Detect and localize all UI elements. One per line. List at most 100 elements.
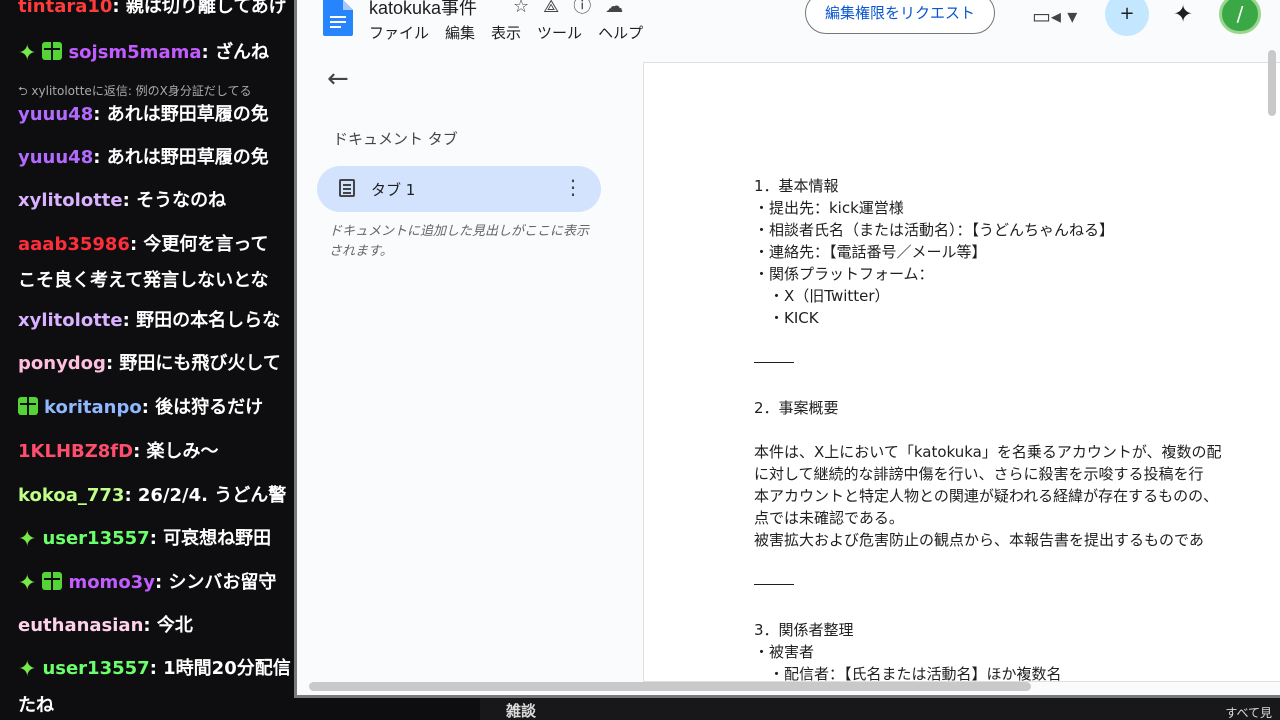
doc-line: ・連絡先：【電話番号／メール等】 — [754, 243, 987, 261]
chat-panel: tintara10: 親は切り離してあげ ✦ sojsm5mama: ざんね ⮌ … — [0, 0, 300, 720]
chat-username[interactable]: xylitolotte — [18, 190, 123, 211]
gift-badge-icon — [18, 397, 38, 415]
chat-username[interactable]: sojsm5mama — [68, 42, 201, 63]
gift-badge-icon — [42, 572, 63, 590]
vertical-scrollbar[interactable] — [1268, 50, 1276, 116]
star-icon[interactable]: ☆ — [513, 0, 529, 17]
chat-username[interactable]: user13557 — [42, 658, 149, 679]
chat-text: : ざんね — [201, 42, 269, 63]
tabs-heading: ドキュメント タブ — [333, 130, 458, 148]
chat-message: ponydog: 野田にも飛び火して — [18, 353, 281, 375]
chat-text: : あれは野田草履の免 — [93, 147, 269, 168]
doc-line: 被害拡大および危害防止の観点から、本報告書を提出するものであ — [754, 531, 1204, 549]
doc-divider — [754, 584, 794, 585]
sparkle-badge-icon: ✦ — [18, 571, 37, 596]
doc-line: ・配信者：【氏名または活動名】ほか複数名 — [754, 665, 1062, 682]
chat-message: euthanasian: 今北 — [18, 615, 193, 637]
menu-file[interactable]: ファイル — [369, 24, 429, 42]
move-to-drive-icon[interactable]: ⟁ — [543, 0, 559, 17]
sparkle-badge-icon: ✦ — [18, 657, 37, 682]
menu-bar: ファイル 編集 表示 ツール ヘルプ — [369, 22, 659, 43]
chat-username[interactable]: momo3y — [68, 572, 155, 593]
document-tabs-sidebar: ← ドキュメント タブ タブ 1 ⋮ ドキュメントに追加した見出しがここに表示さ… — [297, 60, 627, 680]
horizontal-scrollbar[interactable] — [309, 682, 1031, 691]
docs-topbar: katokuka事件 ☆ ⟁ ⓘ ☁ ファイル 編集 表示 ツール ヘルプ 編集権限をリクエス… — [297, 0, 1280, 60]
chat-username[interactable]: yuuu48 — [18, 104, 93, 125]
stream-info-bar: 雑談 すべて見 — [480, 698, 1280, 720]
chat-message: aaab35986: 今更何を言って — [18, 234, 269, 256]
chat-username[interactable]: ponydog — [18, 353, 106, 374]
chat-username[interactable]: kokoa_773 — [18, 485, 124, 506]
chat-message: xylitolotte: そうなのね — [18, 190, 226, 212]
chat-username[interactable]: yuuu48 — [18, 147, 93, 168]
chat-text: : そうなのね — [122, 190, 227, 211]
gift-badge-icon — [42, 42, 63, 60]
doc-line: ・KICK — [754, 309, 819, 327]
tab-1[interactable]: タブ 1 ⋮ — [317, 166, 601, 212]
document-page[interactable]: 1．基本情報 ・提出先：kick運営様 ・相談者氏名（または活動名）：【うどんち… — [643, 62, 1280, 682]
doc-line: に対して継続的な誹謗中傷を行い、さらに殺害を示唆する投稿を行 — [754, 465, 1204, 483]
doc-line: 本アカウントと特定人物との関連が疑われる経緯が存在するものの、 — [754, 487, 1219, 505]
chat-message: ✦ user13557: 可哀想ね野田 — [18, 528, 271, 551]
doc-line: ・相談者氏名（または活動名）：【うどんちゃんねる】 — [754, 221, 1115, 239]
chat-text: : あれは野田草履の免 — [93, 104, 269, 125]
chat-text: : 野田にも飛び火して — [105, 353, 281, 374]
cloud-saved-icon[interactable]: ☁ — [605, 0, 623, 17]
chat-text: : シンバお留守 — [154, 572, 277, 593]
doc-line: ・提出先：kick運営様 — [754, 199, 904, 217]
chat-username[interactable]: koritanpo — [44, 397, 142, 418]
document-title[interactable]: katokuka事件 — [369, 0, 477, 20]
chat-text: : 野田の本名しらな — [122, 310, 281, 331]
doc-line: ・被害者 — [754, 643, 815, 661]
menu-help[interactable]: ヘルプ — [598, 24, 643, 42]
add-person-icon[interactable]: + — [1105, 0, 1149, 36]
category-label[interactable]: 雑談 — [506, 700, 536, 720]
meet-video-icon[interactable]: ▭◂ ▾ — [1032, 4, 1077, 28]
see-all-link[interactable]: すべて見 — [1225, 704, 1272, 720]
headings-placeholder: ドキュメントに追加した見出しがここに表示されます。 — [329, 224, 590, 259]
doc-line: 点では未確認である。 — [754, 509, 904, 527]
chat-username[interactable]: tintara10 — [18, 0, 112, 17]
chat-text: : 1時間20分配信 — [149, 658, 291, 679]
chat-username[interactable]: user13557 — [42, 528, 149, 549]
chat-message: kokoa_773: 26/2/4. うどん警 — [18, 485, 286, 507]
doc-line: ・関係プラットフォーム： — [754, 265, 934, 283]
avatar[interactable]: / — [1219, 0, 1261, 34]
back-arrow-icon[interactable]: ← — [327, 64, 349, 94]
title-icons: ☆ ⟁ ⓘ ☁ — [513, 0, 637, 18]
chat-text: : 今北 — [143, 615, 193, 636]
chat-text: : 可哀想ね野田 — [149, 528, 272, 549]
chat-message: tintara10: 親は切り離してあげ — [18, 0, 287, 18]
chat-message: koritanpo: 後は狩るだけ — [18, 397, 263, 419]
chat-message: 1KLHBZ8fD: 楽しみ〜 — [18, 441, 219, 463]
chat-message: yuuu48: あれは野田草履の免 — [18, 147, 269, 169]
chat-message: ✦ momo3y: シンバお留守 — [18, 572, 276, 595]
sparkle-badge-icon: ✦ — [18, 527, 37, 552]
chat-username[interactable]: aaab35986 — [18, 234, 130, 255]
chat-message: ✦ sojsm5mama: ざんね — [18, 42, 269, 65]
chat-username[interactable]: 1KLHBZ8fD — [18, 441, 133, 462]
info-icon[interactable]: ⓘ — [573, 0, 591, 17]
request-edit-access-button[interactable]: 編集権限をリクエスト — [805, 0, 995, 34]
chat-username[interactable]: euthanasian — [18, 615, 143, 636]
chat-username[interactable]: xylitolotte — [18, 310, 123, 331]
sparkle-badge-icon: ✦ — [18, 41, 37, 66]
tab-label: タブ 1 — [371, 181, 416, 199]
chat-text: : 26/2/4. うどん警 — [124, 485, 287, 506]
chat-text-continuation: こそ良く考えて発言しないとな — [18, 270, 269, 291]
chat-text-continuation: たね — [18, 695, 54, 716]
gemini-sparkle-icon[interactable]: ✦ — [1173, 0, 1193, 28]
menu-edit[interactable]: 編集 — [445, 24, 475, 42]
chat-message: ✦ user13557: 1時間20分配信 — [18, 658, 291, 681]
reply-indicator: ⮌ xylitolotteに返信: 例のX身分証だしてる — [18, 84, 252, 98]
chat-message: yuuu48: あれは野田草履の免 — [18, 104, 269, 126]
doc-divider — [754, 362, 794, 363]
menu-tools[interactable]: ツール — [537, 24, 582, 42]
chat-text: : 後は狩るだけ — [141, 397, 264, 418]
docs-window: katokuka事件 ☆ ⟁ ⓘ ☁ ファイル 編集 表示 ツール ヘルプ 編集権限をリクエス… — [294, 0, 1280, 698]
chat-text: : 親は切り離してあげ — [112, 0, 287, 17]
more-vert-icon[interactable]: ⋮ — [563, 175, 583, 199]
menu-view[interactable]: 表示 — [491, 24, 521, 42]
docs-logo-icon[interactable] — [321, 0, 353, 36]
document-icon — [339, 179, 355, 197]
